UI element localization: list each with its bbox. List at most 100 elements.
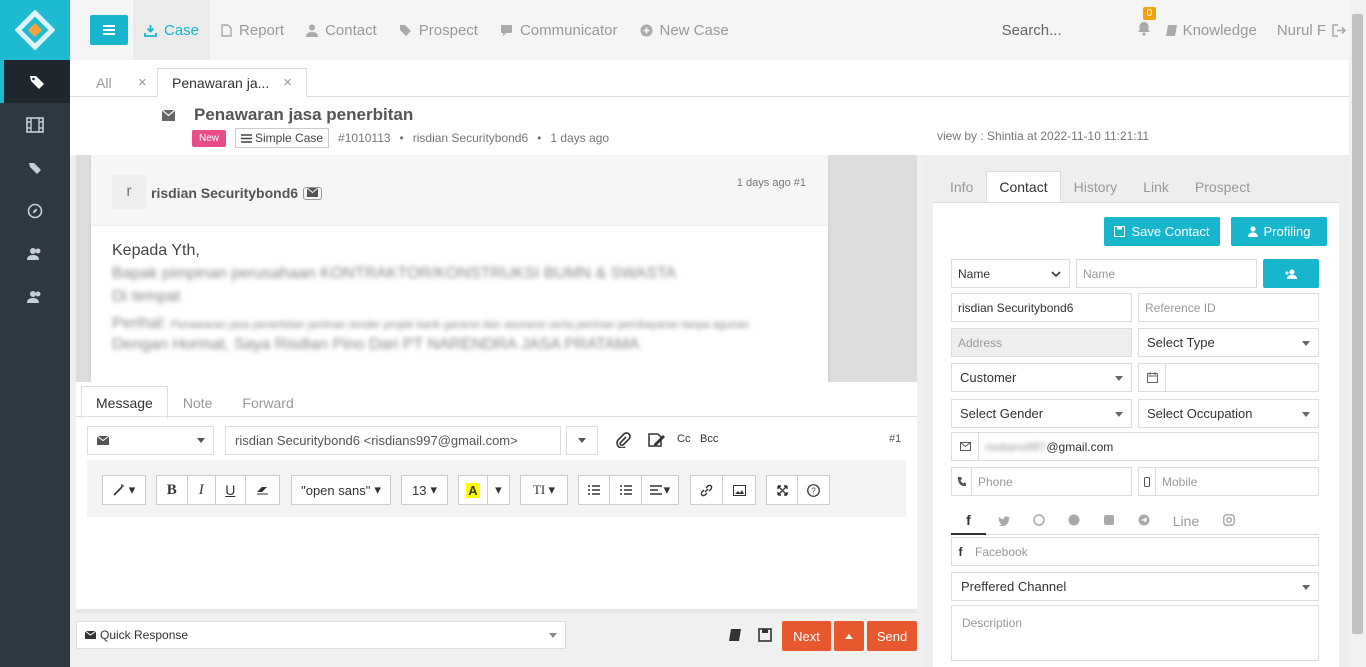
app-logo[interactable] [0, 0, 70, 60]
fullscreen-button[interactable] [767, 476, 799, 504]
address-field[interactable]: Address [951, 328, 1132, 357]
calendar-button[interactable] [1138, 363, 1166, 392]
chat-bot-icon[interactable] [1091, 513, 1126, 529]
phone-input[interactable]: Phone [971, 467, 1132, 496]
image-button[interactable] [723, 476, 755, 504]
tab-current-close-icon[interactable]: × [283, 74, 292, 91]
tab-link[interactable]: Link [1130, 171, 1182, 202]
contact-name-field[interactable]: risdian Securitybond6 [951, 293, 1132, 322]
name-type-select[interactable]: Name [951, 259, 1070, 288]
highlight-color-button[interactable]: A [459, 476, 488, 504]
sidebar-film-icon[interactable] [0, 103, 70, 146]
magic-icon [113, 484, 124, 496]
line-tab[interactable]: Line [1161, 513, 1211, 529]
tab-message[interactable]: Message [81, 386, 168, 419]
font-size-value: 13 [412, 482, 427, 498]
sidebar-groups-icon[interactable] [0, 275, 70, 318]
notification-bell-icon[interactable]: 0 [1137, 7, 1157, 39]
user-menu[interactable]: Nurul F [1277, 22, 1346, 39]
save-draft-icon[interactable] [758, 628, 772, 642]
nav-new-case[interactable]: New Case [629, 0, 740, 60]
recipient-dropdown[interactable] [566, 426, 598, 455]
signature-icon[interactable] [648, 432, 666, 448]
case-id: #1010113 [338, 131, 391, 145]
help-button[interactable]: ? [798, 476, 829, 504]
birthdate-input[interactable] [1165, 363, 1319, 392]
profiling-button[interactable]: Profiling [1231, 217, 1327, 246]
tab-history[interactable]: History [1061, 171, 1131, 202]
page-scrollbar[interactable] [1349, 0, 1366, 667]
italic-button[interactable]: I [188, 476, 217, 504]
send-button[interactable]: Send [867, 621, 917, 651]
cc-toggle[interactable]: Cc [677, 433, 690, 445]
link-button[interactable] [691, 476, 724, 504]
nav-case[interactable]: Case [133, 0, 211, 60]
sidebar-compass-icon[interactable] [0, 189, 70, 232]
add-contact-button[interactable] [1263, 259, 1319, 288]
nav-report[interactable]: Report [210, 0, 295, 60]
bold-button[interactable]: B [157, 476, 188, 504]
nav-communicator[interactable]: Communicator [489, 0, 629, 60]
sidebar-tags-icon[interactable] [0, 146, 70, 189]
gender-select[interactable]: Select Gender [951, 399, 1132, 428]
facebook-icon[interactable]: f [951, 507, 986, 535]
type-select[interactable]: Select Type [1138, 328, 1319, 357]
quick-response-select[interactable]: Quick Response [76, 621, 566, 649]
reference-id-placeholder: Reference ID [1145, 300, 1216, 315]
align-dropdown[interactable]: ▾ [642, 476, 678, 504]
sidebar-case-icon[interactable] [0, 60, 70, 103]
recipient-value: risdian Securitybond6 <risdians997@gmail… [235, 433, 518, 448]
knowledge-link[interactable]: Knowledge [1165, 22, 1257, 39]
tab-prospect[interactable]: Prospect [1182, 171, 1263, 202]
tab-contact[interactable]: Contact [986, 171, 1061, 202]
chevron-down-icon [1051, 271, 1061, 278]
email-field[interactable]: risdians997 @gmail.com [978, 432, 1319, 461]
text-style-button[interactable]: TI ▾ [521, 476, 567, 504]
description-textarea[interactable]: Description [951, 605, 1319, 661]
save-contact-button[interactable]: Save Contact [1104, 217, 1220, 246]
global-search-input[interactable]: Search... [1002, 22, 1102, 39]
font-family-select[interactable]: "open sans" ▾ [292, 476, 390, 504]
magic-wand-button[interactable]: ▾ [103, 476, 145, 504]
telegram-icon[interactable] [1126, 513, 1161, 529]
tab-all[interactable]: All [96, 68, 112, 97]
recipient-field[interactable]: risdian Securitybond6 <risdians997@gmail… [225, 426, 561, 455]
attachment-icon[interactable] [615, 432, 631, 448]
tab-info[interactable]: Info [937, 171, 986, 202]
sidebar-users-icon[interactable] [0, 232, 70, 275]
hamburger-menu-button[interactable] [90, 15, 128, 45]
sender-name: risdian Securitybond6 [151, 185, 299, 201]
tab-forward[interactable]: Forward [227, 386, 308, 419]
font-size-select[interactable]: 13 ▾ [402, 476, 447, 504]
next-button[interactable]: Next [782, 621, 831, 651]
nav-contact[interactable]: Contact [295, 0, 388, 60]
message-number: #1 [889, 433, 902, 445]
color-dropdown[interactable]: ▾ [488, 476, 509, 504]
knowledge-book-icon[interactable] [728, 628, 742, 642]
eraser-button[interactable] [246, 476, 279, 504]
name-input[interactable]: Name [1076, 259, 1257, 288]
bullet-list-button[interactable] [579, 476, 611, 504]
facebook-input[interactable]: Facebook [969, 537, 1319, 566]
reference-id-field[interactable]: Reference ID [1138, 293, 1319, 322]
bcc-toggle[interactable]: Bcc [700, 433, 718, 445]
editor-area[interactable] [87, 517, 906, 609]
channel-select[interactable] [87, 426, 214, 455]
tab-note[interactable]: Note [168, 386, 228, 419]
tab-current-case[interactable]: Penawaran ja... × [157, 68, 308, 97]
mobile-input[interactable]: Mobile [1155, 467, 1319, 496]
preferred-channel-select[interactable]: Preffered Channel [951, 572, 1319, 601]
customer-select[interactable]: Customer [951, 363, 1132, 392]
numbered-list-button[interactable] [610, 476, 642, 504]
send-options-button[interactable] [834, 621, 864, 651]
whatsapp-icon[interactable] [1021, 513, 1056, 529]
occupation-select[interactable]: Select Occupation [1138, 399, 1319, 428]
message-thread[interactable]: r risdian Securitybond6 1 days ago #1 Ke… [76, 155, 917, 382]
underline-button[interactable]: U [216, 476, 246, 504]
tab-all-close-icon[interactable]: × [138, 68, 147, 97]
case-type-badge[interactable]: Simple Case [235, 128, 330, 148]
instagram-icon[interactable] [1211, 513, 1246, 529]
globe-icon[interactable] [1056, 513, 1091, 529]
nav-prospect[interactable]: Prospect [388, 0, 489, 60]
twitter-icon[interactable] [986, 513, 1021, 529]
